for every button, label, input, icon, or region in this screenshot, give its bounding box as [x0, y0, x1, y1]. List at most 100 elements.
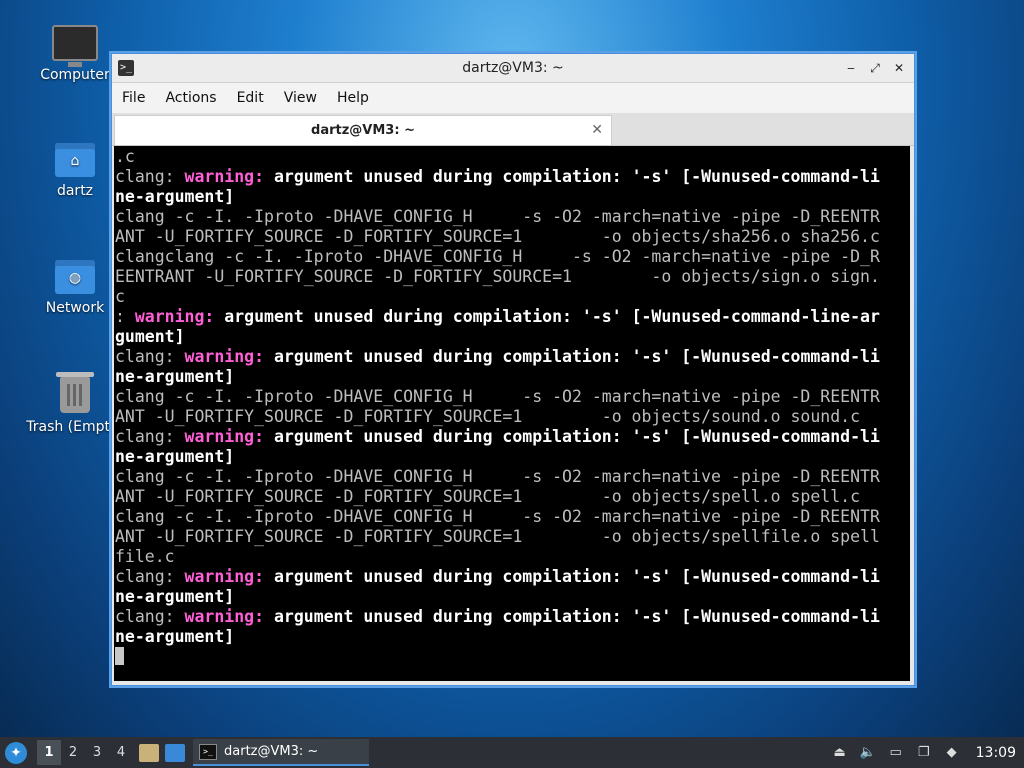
menu-help[interactable]: Help [327, 90, 379, 106]
terminal-app-icon[interactable]: >_ [118, 60, 134, 76]
terminal-text: c [115, 287, 125, 306]
warning-label: warning: [184, 567, 274, 586]
clock[interactable]: 13:09 [976, 745, 1016, 761]
terminal-line: clang: warning: argument unused during c… [115, 427, 910, 447]
desktop-icon-home[interactable]: ⌂ dartz [30, 143, 120, 199]
desktop-icon-label: Computer [40, 67, 110, 83]
terminal-line: EENTRANT -U_FORTIFY_SOURCE -D_FORTIFY_SO… [115, 267, 910, 287]
trash-icon [56, 372, 94, 413]
taskbar-item-terminal[interactable]: >_ dartz@VM3: ~ [193, 739, 369, 766]
terminal-text: argument unused during compilation: '-s'… [273, 167, 880, 186]
show-desktop-icon[interactable] [165, 743, 185, 762]
terminal-text: ne-argument] [115, 367, 235, 386]
terminal-text: clang -c -I. -Iproto -DHAVE_CONFIG_H -s … [115, 467, 880, 486]
terminal-text: ANT -U_FORTIFY_SOURCE -D_FORTIFY_SOURCE=… [115, 407, 861, 426]
menu-view[interactable]: View [274, 90, 327, 106]
terminal-text: EENTRANT -U_FORTIFY_SOURCE -D_FORTIFY_SO… [115, 267, 880, 286]
terminal-line: file.c [115, 547, 910, 567]
terminal-text: argument unused during compilation: '-s'… [273, 607, 880, 626]
terminal-text: ne-argument] [115, 187, 235, 206]
terminal-text: file.c [115, 547, 175, 566]
terminal-text: ne-argument] [115, 447, 235, 466]
warning-label: warning: [184, 167, 274, 186]
workspace-3[interactable]: 3 [85, 740, 109, 765]
computer-icon [52, 25, 98, 67]
terminal-line: clang -c -I. -Iproto -DHAVE_CONFIG_H -s … [115, 207, 910, 227]
terminal-line: clang -c -I. -Iproto -DHAVE_CONFIG_H -s … [115, 467, 910, 487]
terminal-text: ANT -U_FORTIFY_SOURCE -D_FORTIFY_SOURCE=… [115, 527, 880, 546]
workspace-4[interactable]: 4 [109, 740, 133, 765]
menubar: File Actions Edit View Help [112, 83, 914, 113]
terminal-line: clang: warning: argument unused during c… [115, 567, 910, 587]
terminal-text: gument] [115, 327, 185, 346]
terminal-prompt-line [115, 647, 910, 667]
warning-label: warning: [184, 347, 274, 366]
tab-terminal[interactable]: dartz@VM3: ~ ✕ [114, 115, 612, 145]
clipboard-icon[interactable]: ❐ [916, 745, 932, 761]
terminal-text: clang -c -I. -Iproto -DHAVE_CONFIG_H -s … [115, 387, 880, 406]
desktop-icon-network[interactable]: ◍ Network [30, 260, 120, 316]
desktop-icon-computer[interactable]: Computer [30, 25, 120, 83]
desktop-icon-label: Network [45, 300, 105, 316]
terminal-text: argument unused during compilation: '-s'… [273, 347, 880, 366]
terminal-text: .c [115, 147, 135, 166]
warning-label: warning: [134, 307, 225, 326]
terminal-line: ANT -U_FORTIFY_SOURCE -D_FORTIFY_SOURCE=… [115, 527, 910, 547]
workspace-switcher: 1 2 3 4 [37, 740, 133, 765]
menu-edit[interactable]: Edit [227, 90, 274, 106]
taskbar-item-label: dartz@VM3: ~ [224, 744, 319, 759]
terminal-text: argument unused during compilation: '-s'… [273, 567, 880, 586]
terminal-icon: >_ [199, 743, 217, 760]
terminal-text: clang: [115, 567, 185, 586]
terminal-text: ANT -U_FORTIFY_SOURCE -D_FORTIFY_SOURCE=… [115, 227, 880, 246]
terminal-text: clang: [115, 607, 185, 626]
network-status-icon[interactable]: ▭ [888, 745, 904, 761]
terminal-line: .c [115, 147, 910, 167]
terminal-text: ANT -U_FORTIFY_SOURCE -D_FORTIFY_SOURCE=… [115, 487, 861, 506]
tab-close-icon[interactable]: ✕ [591, 122, 603, 138]
home-folder-icon: ⌂ [55, 143, 95, 177]
terminal-line: ne-argument] [115, 187, 910, 207]
warning-label: warning: [184, 427, 274, 446]
terminal-line: ANT -U_FORTIFY_SOURCE -D_FORTIFY_SOURCE=… [115, 227, 910, 247]
window-titlebar[interactable]: >_ dartz@VM3: ~ ‒ ⤢ ✕ [112, 54, 914, 83]
terminal-line: c [115, 287, 910, 307]
menu-actions[interactable]: Actions [155, 90, 226, 106]
terminal-line: ANT -U_FORTIFY_SOURCE -D_FORTIFY_SOURCE=… [115, 487, 910, 507]
terminal-text: ne-argument] [115, 587, 235, 606]
terminal-text: : [115, 307, 135, 326]
terminal-line: ne-argument] [115, 447, 910, 467]
desktop-icon-label: dartz [56, 183, 94, 199]
network-folder-icon: ◍ [55, 260, 95, 294]
terminal-text: clang -c -I. -Iproto -DHAVE_CONFIG_H -s … [115, 507, 880, 526]
terminal-line: gument] [115, 327, 910, 347]
terminal-line: ANT -U_FORTIFY_SOURCE -D_FORTIFY_SOURCE=… [115, 407, 910, 427]
terminal-lines: .c clang: warning: argument unused during… [114, 146, 910, 667]
terminal-text: clang: [115, 347, 185, 366]
terminal-line: ne-argument] [115, 627, 910, 647]
terminal-line: clang -c -I. -Iproto -DHAVE_CONFIG_H -s … [115, 507, 910, 527]
eject-icon[interactable]: ⏏ [832, 745, 848, 761]
window-title: dartz@VM3: ~ [462, 60, 564, 76]
close-button[interactable]: ✕ [892, 61, 906, 76]
terminal-output[interactable]: .c clang: warning: argument unused during… [114, 146, 910, 681]
terminal-line: clang: warning: argument unused during c… [115, 607, 910, 627]
terminal-text: clang: [115, 427, 185, 446]
system-tray: ⏏ 🔈 ▭ ❐ ◆ 13:09 [832, 745, 1016, 761]
terminal-window: >_ dartz@VM3: ~ ‒ ⤢ ✕ File Actions Edit … [111, 53, 915, 686]
notification-icon[interactable]: ◆ [944, 745, 960, 761]
terminal-text: ne-argument] [115, 627, 235, 646]
start-menu-icon[interactable]: ✦ [5, 741, 27, 764]
minimize-button[interactable]: ‒ [844, 61, 858, 76]
terminal-text: argument unused during compilation: '-s'… [224, 307, 880, 326]
volume-icon[interactable]: 🔈 [860, 745, 876, 761]
menu-file[interactable]: File [112, 90, 155, 106]
terminal-text: clang: [115, 167, 185, 186]
file-manager-icon[interactable] [139, 743, 159, 762]
maximize-button[interactable]: ⤢ [868, 61, 882, 76]
terminal-text: clangclang -c -I. -Iproto -DHAVE_CONFIG_… [115, 247, 880, 266]
workspace-1[interactable]: 1 [37, 740, 61, 765]
workspace-2[interactable]: 2 [61, 740, 85, 765]
terminal-text: clang -c -I. -Iproto -DHAVE_CONFIG_H -s … [115, 207, 880, 226]
warning-label: warning: [184, 607, 274, 626]
